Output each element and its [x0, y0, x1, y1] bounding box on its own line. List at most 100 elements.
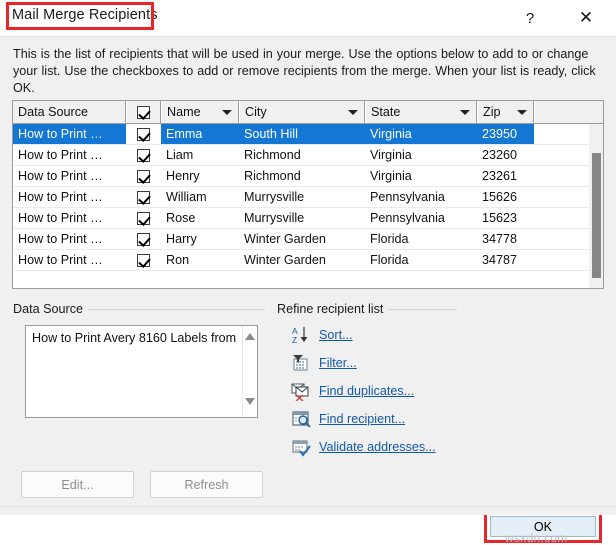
table-row[interactable]: How to Print … Ron Winter Garden Florida 347… [13, 250, 603, 271]
cell-state[interactable]: Pennsylvania [365, 187, 477, 208]
close-icon[interactable]: ✕ [572, 6, 600, 30]
refine-item-sort-label[interactable]: Sort... [319, 328, 353, 342]
cell-state[interactable]: Virginia [365, 166, 477, 187]
cell-name[interactable]: Rose [161, 208, 239, 229]
table-row[interactable]: How to Print … Emma South Hill Virginia 2395… [13, 124, 603, 145]
row-include-checkbox[interactable] [137, 253, 150, 267]
cell-city[interactable]: Winter Garden [239, 250, 365, 271]
column-header-name-label: Name [167, 105, 201, 119]
cell-state[interactable]: Florida [365, 229, 477, 250]
instructions-text: This is the list of recipients that will… [13, 47, 596, 95]
column-header-data-source[interactable]: Data Source [13, 101, 126, 123]
recipients-grid[interactable]: Data Source Name City State Zip How to P… [12, 100, 604, 289]
validate-addresses-icon [291, 437, 313, 457]
grid-vertical-scrollbar[interactable] [589, 124, 603, 288]
column-header-name[interactable]: Name [161, 101, 239, 123]
sort-az-icon: A Z [291, 325, 313, 345]
column-header-zip[interactable]: Zip [477, 101, 534, 123]
cell-city[interactable]: Murrysville [239, 187, 365, 208]
cell-name[interactable]: Ron [161, 250, 239, 271]
cell-state[interactable]: Virginia [365, 145, 477, 166]
help-icon[interactable]: ? [516, 6, 544, 30]
table-row[interactable]: How to Print … Henry Richmond Virginia 23261 [13, 166, 603, 187]
chevron-down-icon[interactable] [517, 110, 527, 115]
row-include-checkbox[interactable] [137, 211, 150, 225]
row-include-checkbox[interactable] [137, 232, 150, 246]
table-row[interactable]: How to Print … Rose Murrysville Pennsylvani… [13, 208, 603, 229]
refine-item-find-duplicates[interactable]: Find duplicates... [291, 380, 414, 402]
table-row[interactable]: How to Print … Liam Richmond Virginia 23260 [13, 145, 603, 166]
row-include-checkbox[interactable] [137, 127, 150, 141]
refresh-button[interactable]: Refresh [150, 471, 263, 498]
cell-zip[interactable]: 15626 [477, 187, 534, 208]
refine-item-validate-addresses[interactable]: Validate addresses... [291, 436, 436, 458]
data-source-list-item[interactable]: How to Print Avery 8160 Labels from [32, 331, 244, 345]
cell-state[interactable]: Florida [365, 250, 477, 271]
resize-grip[interactable] [0, 506, 616, 515]
cell-city[interactable]: South Hill [239, 124, 365, 145]
refine-item-sort[interactable]: A Z Sort... [291, 324, 353, 346]
cell-include[interactable] [126, 124, 161, 145]
chevron-down-icon[interactable] [460, 110, 470, 115]
scroll-down-icon[interactable] [245, 398, 255, 405]
cell-data-source[interactable]: How to Print … [13, 229, 126, 250]
row-include-checkbox[interactable] [134, 288, 147, 289]
column-header-zip-label: Zip [483, 105, 501, 119]
grid-scrollbar-thumb[interactable] [592, 153, 601, 278]
refine-item-validate-addresses-label[interactable]: Validate addresses... [319, 440, 436, 454]
dialog-body: This is the list of recipients that will… [0, 36, 616, 545]
cell-include[interactable] [126, 229, 161, 250]
column-header-state[interactable]: State [365, 101, 477, 123]
column-header-city[interactable]: City [239, 101, 365, 123]
column-header-state-label: State [371, 105, 401, 119]
cell-data-source[interactable]: How to Print … [13, 250, 126, 271]
cell-zip[interactable]: 23260 [477, 145, 534, 166]
cell-data-source[interactable]: How to Print … [13, 145, 126, 166]
cell-include[interactable] [126, 145, 161, 166]
edit-button[interactable]: Edit... [21, 471, 134, 498]
cell-zip[interactable]: 23261 [477, 166, 534, 187]
cell-name[interactable]: Harry [161, 229, 239, 250]
cell-name[interactable]: Liam [161, 145, 239, 166]
cell-zip[interactable]: 34787 [477, 250, 534, 271]
cell-name[interactable]: Emma [161, 124, 239, 145]
refine-item-find-recipient[interactable]: Find recipient... [291, 408, 405, 430]
row-include-checkbox[interactable] [137, 169, 150, 183]
cell-include[interactable] [126, 250, 161, 271]
chevron-down-icon[interactable] [222, 110, 232, 115]
cell-zip[interactable]: 23950 [477, 124, 534, 145]
select-all-checkbox[interactable] [137, 105, 150, 119]
cell-city[interactable]: Richmond [239, 166, 365, 187]
table-row[interactable]: How to Print … Harry Winter Garden Florida 3… [13, 229, 603, 250]
column-header-select-all[interactable] [126, 101, 161, 123]
cell-include[interactable] [126, 208, 161, 229]
cell-zip[interactable]: 34778 [477, 229, 534, 250]
cell-include[interactable] [126, 187, 161, 208]
row-include-checkbox[interactable] [137, 190, 150, 204]
cell-city[interactable]: Murrysville [239, 208, 365, 229]
cell-name[interactable]: William [161, 187, 239, 208]
refine-item-filter[interactable]: Filter... [291, 352, 357, 374]
cell-name[interactable]: Henry [161, 166, 239, 187]
cell-data-source[interactable]: How to Print … [13, 124, 126, 145]
cell-data-source[interactable]: How to Print … [13, 187, 126, 208]
cell-include[interactable] [126, 166, 161, 187]
cell-city[interactable]: Richmond [239, 145, 365, 166]
refine-item-find-duplicates-label[interactable]: Find duplicates... [319, 384, 414, 398]
cell-state[interactable]: Virginia [365, 124, 477, 145]
data-source-scrollbar[interactable] [242, 326, 257, 417]
scroll-up-icon[interactable] [245, 333, 255, 340]
refine-item-filter-label[interactable]: Filter... [319, 356, 357, 370]
cell-data-source[interactable]: How to Print … [13, 166, 126, 187]
grid-partial-row[interactable] [13, 288, 604, 289]
cell-data-source[interactable]: How to Print … [13, 208, 126, 229]
chevron-down-icon[interactable] [348, 110, 358, 115]
table-row[interactable]: How to Print … William Murrysville Pennsylv… [13, 187, 603, 208]
cell-zip[interactable]: 15623 [477, 208, 534, 229]
cell-state[interactable]: Pennsylvania [365, 208, 477, 229]
data-source-listbox[interactable]: How to Print Avery 8160 Labels from [25, 325, 258, 418]
row-include-checkbox[interactable] [137, 148, 150, 162]
cell-city[interactable]: Winter Garden [239, 229, 365, 250]
refine-item-find-recipient-label[interactable]: Find recipient... [319, 412, 405, 426]
page-title: Mail Merge Recipients [12, 7, 158, 23]
